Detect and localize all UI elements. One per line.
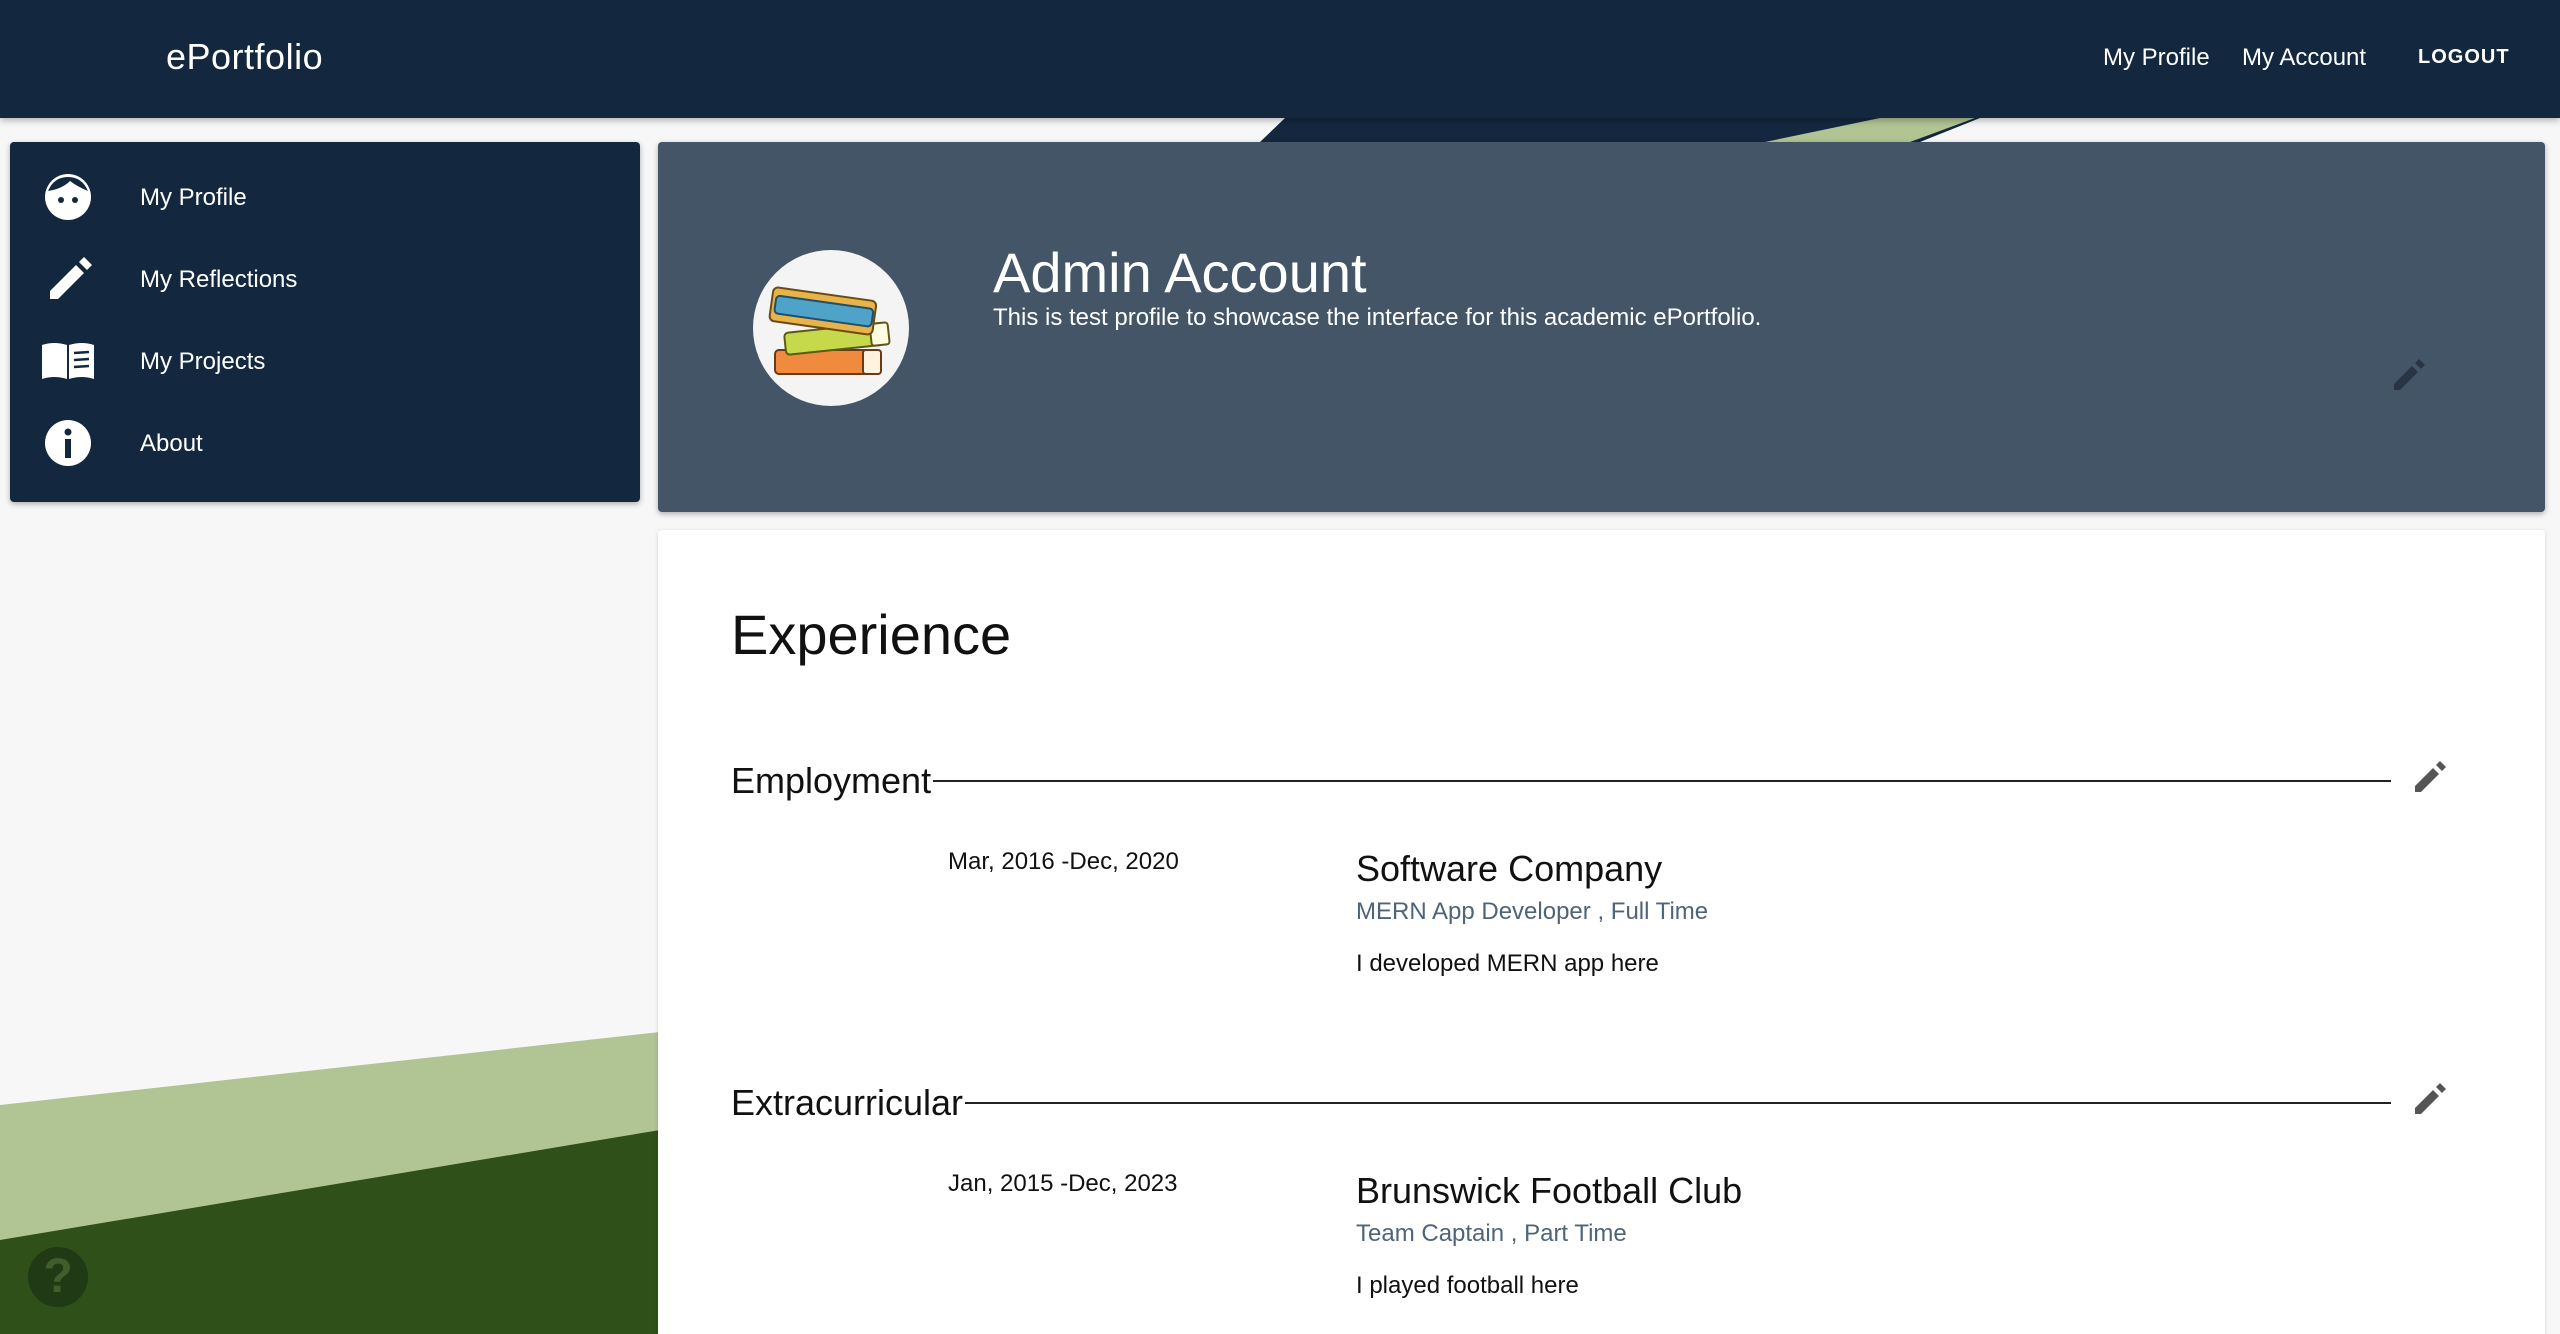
nav-my-account[interactable]: My Account (2242, 44, 2366, 72)
edit-profile-icon[interactable] (2388, 356, 2428, 396)
section-header-employment: Employment (731, 754, 2511, 804)
section-divider (963, 1102, 2391, 1104)
sidebar-item-my-projects[interactable]: My Projects (10, 320, 640, 402)
books-avatar-icon (768, 286, 891, 375)
sidebar-item-about[interactable]: About (10, 402, 640, 484)
entry-dates: Mar, 2016 -Dec, 2020 (948, 848, 1179, 875)
profile-avatar (753, 250, 909, 406)
info-icon (40, 415, 96, 471)
app-bar: ePortfolio My Profile My Account LOGOUT (0, 0, 2560, 118)
section-divider (931, 780, 2391, 782)
pencil-icon (40, 251, 96, 307)
experience-entry: Mar, 2016 -Dec, 2020 Software Company ME… (658, 848, 2545, 998)
nav-my-profile[interactable]: My Profile (2103, 44, 2210, 72)
sidebar-item-label: About (140, 430, 203, 457)
help-button[interactable]: ? (28, 1247, 88, 1307)
book-icon (40, 333, 96, 389)
section-heading: Extracurricular (731, 1082, 966, 1124)
entry-role: Team Captain , Part Time (1356, 1220, 1627, 1247)
edit-extracurricular-icon[interactable] (2409, 1080, 2449, 1120)
entry-organization: Software Company (1356, 848, 1663, 889)
profile-description: This is test profile to showcase the int… (993, 304, 1762, 331)
profile-name: Admin Account (993, 241, 1367, 304)
section-header-extracurricular: Extracurricular (731, 1076, 2511, 1126)
entry-dates: Jan, 2015 -Dec, 2023 (948, 1170, 1178, 1197)
sidebar-item-label: My Projects (140, 348, 266, 375)
experience-title: Experience (731, 603, 1012, 666)
entry-organization: Brunswick Football Club (1356, 1170, 1743, 1211)
face-icon (40, 169, 96, 225)
experience-entry: Jan, 2015 -Dec, 2023 Brunswick Football … (658, 1170, 2545, 1320)
section-heading: Employment (731, 760, 934, 802)
entry-description: I played football here (1356, 1272, 1579, 1299)
brand-title[interactable]: ePortfolio (166, 36, 323, 78)
sidebar: My Profile My Reflections My Projects Ab… (10, 142, 640, 502)
edit-employment-icon[interactable] (2409, 758, 2449, 798)
sidebar-item-my-profile[interactable]: My Profile (10, 156, 640, 238)
sidebar-item-label: My Profile (140, 184, 247, 211)
entry-description: I developed MERN app here (1356, 950, 1659, 977)
profile-card: Admin Account This is test profile to sh… (658, 142, 2545, 512)
entry-role: MERN App Developer , Full Time (1356, 898, 1709, 925)
sidebar-item-label: My Reflections (140, 266, 298, 293)
logout-button[interactable]: LOGOUT (2418, 46, 2510, 69)
sidebar-item-my-reflections[interactable]: My Reflections (10, 238, 640, 320)
experience-card: Experience Employment Mar, 2016 -Dec, 20… (658, 530, 2545, 1334)
